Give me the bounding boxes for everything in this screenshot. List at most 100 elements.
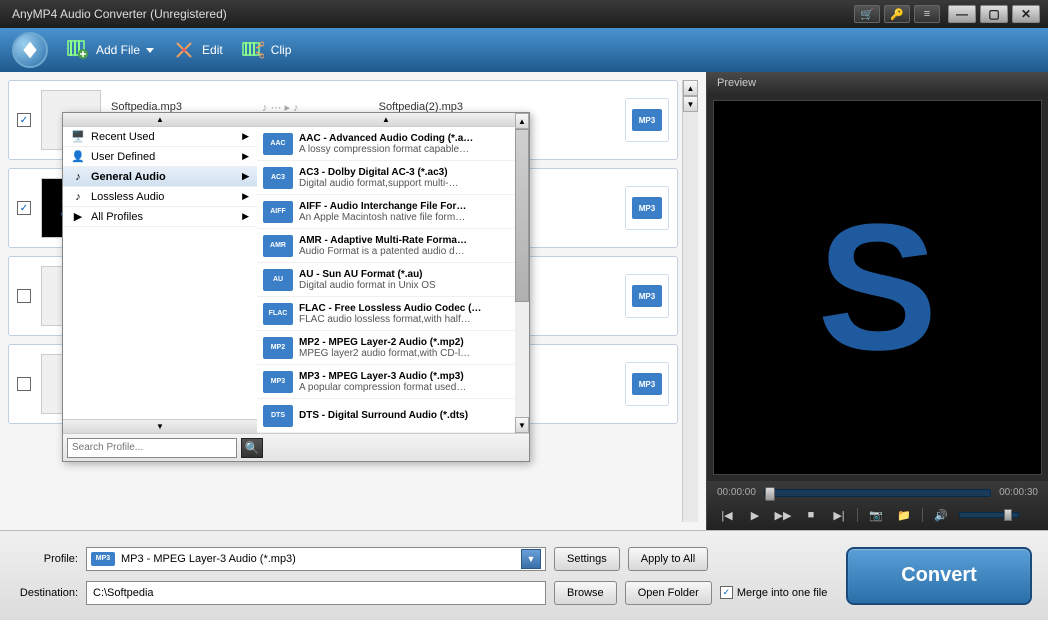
profile-select[interactable]: MP3 MP3 - MPEG Layer-3 Audio (*.mp3) ▼ bbox=[86, 547, 546, 571]
format-desc: Audio Format is a patented audio d… bbox=[299, 246, 467, 257]
scroll-down-icon[interactable]: ▼ bbox=[683, 96, 698, 112]
fast-forward-button[interactable]: ▶▶ bbox=[773, 506, 793, 524]
profile-label: Profile: bbox=[16, 553, 78, 565]
app-logo bbox=[12, 32, 48, 68]
format-icon: DTS bbox=[263, 405, 293, 427]
profile-dropdown-button[interactable]: ▼ bbox=[521, 549, 541, 569]
file-checkbox[interactable]: ✓ bbox=[17, 201, 31, 215]
file-format-button[interactable]: MP3 bbox=[625, 274, 669, 318]
search-button[interactable]: 🔍 bbox=[241, 438, 263, 458]
preferences-icon[interactable]: ≡ bbox=[914, 5, 940, 23]
app-title: AnyMP4 Audio Converter (Unregistered) bbox=[8, 7, 846, 21]
file-format-button[interactable]: MP3 bbox=[625, 186, 669, 230]
scroll-down-icon[interactable]: ▼ bbox=[515, 417, 529, 433]
file-list-scrollbar[interactable]: ▲ ▼ bbox=[682, 80, 698, 522]
format-item[interactable]: AACAAC - Advanced Audio Coding (*.a…A lo… bbox=[257, 127, 515, 161]
scrollbar-thumb[interactable] bbox=[515, 129, 529, 302]
category-item[interactable]: ♪General Audio▶ bbox=[63, 167, 257, 187]
format-desc: An Apple Macintosh native file form… bbox=[299, 212, 466, 223]
browse-button[interactable]: Browse bbox=[554, 581, 617, 605]
category-label: Lossless Audio bbox=[91, 191, 164, 203]
seek-knob[interactable] bbox=[765, 487, 775, 501]
open-folder-button[interactable]: Open Folder bbox=[625, 581, 712, 605]
merge-checkbox[interactable]: ✓ Merge into one file bbox=[720, 586, 828, 599]
volume-slider[interactable] bbox=[959, 512, 1019, 518]
close-button[interactable]: ✕ bbox=[1012, 5, 1040, 23]
chevron-right-icon: ▶ bbox=[242, 211, 249, 222]
format-icon: AMR bbox=[263, 235, 293, 257]
cart-icon[interactable]: 🛒 bbox=[854, 5, 880, 23]
time-current: 00:00:00 bbox=[717, 487, 756, 498]
volume-icon[interactable]: 🔊 bbox=[931, 506, 951, 524]
stop-button[interactable]: ■ bbox=[801, 506, 821, 524]
format-badge: MP3 bbox=[632, 285, 662, 307]
format-icon: MP2 bbox=[263, 337, 293, 359]
scroll-up-icon[interactable]: ▲ bbox=[683, 80, 698, 96]
destination-input[interactable] bbox=[86, 581, 546, 605]
minimize-button[interactable]: — bbox=[948, 5, 976, 23]
category-label: General Audio bbox=[91, 171, 166, 183]
apply-to-all-button[interactable]: Apply to All bbox=[628, 547, 708, 571]
format-icon: AAC bbox=[263, 133, 293, 155]
format-item[interactable]: FLACFLAC - Free Lossless Audio Codec (…F… bbox=[257, 297, 515, 331]
seek-slider[interactable] bbox=[764, 489, 991, 497]
format-scrollbar[interactable]: ▲ ▼ bbox=[515, 113, 529, 433]
convert-button[interactable]: Convert bbox=[846, 547, 1032, 605]
key-icon[interactable]: 🔑 bbox=[884, 5, 910, 23]
settings-button[interactable]: Settings bbox=[554, 547, 620, 571]
format-item[interactable]: DTS DTS - Digital Surround Audio (*.dts) bbox=[257, 399, 515, 433]
next-button[interactable]: ▶| bbox=[829, 506, 849, 524]
play-button[interactable]: ▶ bbox=[745, 506, 765, 524]
add-file-label: Add File bbox=[96, 43, 140, 57]
chevron-right-icon: ▶ bbox=[242, 171, 249, 182]
format-item[interactable]: AC3AC3 - Dolby Digital AC-3 (*.ac3)Digit… bbox=[257, 161, 515, 195]
format-item[interactable]: MP3MP3 - MPEG Layer-3 Audio (*.mp3)A pop… bbox=[257, 365, 515, 399]
format-item[interactable]: AUAU - Sun AU Format (*.au)Digital audio… bbox=[257, 263, 515, 297]
category-item[interactable]: ♪Lossless Audio▶ bbox=[63, 187, 257, 207]
format-title: DTS - Digital Surround Audio (*.dts) bbox=[299, 410, 468, 421]
time-total: 00:00:30 bbox=[999, 487, 1038, 498]
edit-label: Edit bbox=[202, 43, 223, 57]
edit-button[interactable]: Edit bbox=[172, 38, 223, 62]
format-desc: A lossy compression format capable… bbox=[299, 144, 473, 155]
volume-knob[interactable] bbox=[1004, 509, 1012, 521]
open-folder-button[interactable]: 📁 bbox=[894, 506, 914, 524]
format-badge: MP3 bbox=[632, 109, 662, 131]
file-checkbox[interactable] bbox=[17, 289, 31, 303]
format-icon: AIFF bbox=[263, 201, 293, 223]
file-checkbox[interactable] bbox=[17, 377, 31, 391]
category-scroll-up[interactable]: ▲ bbox=[63, 113, 257, 127]
chevron-right-icon: ▶ bbox=[242, 151, 249, 162]
format-badge: MP3 bbox=[632, 197, 662, 219]
edit-icon bbox=[172, 38, 196, 62]
maximize-button[interactable]: ▢ bbox=[980, 5, 1008, 23]
add-file-button[interactable]: Add File bbox=[66, 38, 154, 62]
category-item[interactable]: 🖥️Recent Used▶ bbox=[63, 127, 257, 147]
clip-button[interactable]: Clip bbox=[241, 38, 292, 62]
format-icon: MP3 bbox=[263, 371, 293, 393]
scroll-up-icon[interactable]: ▲ bbox=[515, 113, 529, 129]
file-format-button[interactable]: MP3 bbox=[625, 98, 669, 142]
category-item[interactable]: 👤User Defined▶ bbox=[63, 147, 257, 167]
format-item[interactable]: MP2MP2 - MPEG Layer-2 Audio (*.mp2)MPEG … bbox=[257, 331, 515, 365]
file-format-button[interactable]: MP3 bbox=[625, 362, 669, 406]
file-list-panel: ✓ ♫ Softpedia.mp300:00:30 ♪ ⋯ ▸ ♪ Softpe… bbox=[0, 72, 706, 530]
format-desc: Digital audio format in Unix OS bbox=[299, 280, 436, 291]
preview-viewport: S bbox=[713, 100, 1042, 475]
format-item[interactable]: AMRAMR - Adaptive Multi-Rate Forma…Audio… bbox=[257, 229, 515, 263]
chevron-right-icon: ▶ bbox=[242, 131, 249, 142]
profile-search-input[interactable] bbox=[67, 438, 237, 458]
format-item[interactable]: AIFF AIFF - Audio Interchange File For…An… bbox=[257, 195, 515, 229]
format-title: MP2 - MPEG Layer-2 Audio (*.mp2) bbox=[299, 337, 470, 348]
format-title: AIFF - Audio Interchange File For… bbox=[299, 201, 466, 212]
prev-button[interactable]: |◀ bbox=[717, 506, 737, 524]
format-scroll-up[interactable]: ▲ bbox=[257, 113, 515, 127]
category-item[interactable]: ▶All Profiles▶ bbox=[63, 207, 257, 227]
destination-label: Destination: bbox=[16, 587, 78, 599]
format-title: AC3 - Dolby Digital AC-3 (*.ac3) bbox=[299, 167, 459, 178]
snapshot-button[interactable]: 📷 bbox=[866, 506, 886, 524]
bottom-bar: Profile: MP3 MP3 - MPEG Layer-3 Audio (*… bbox=[0, 530, 1048, 620]
category-scroll-down[interactable]: ▼ bbox=[63, 419, 257, 433]
file-checkbox[interactable]: ✓ bbox=[17, 113, 31, 127]
search-icon: 🔍 bbox=[245, 441, 260, 455]
